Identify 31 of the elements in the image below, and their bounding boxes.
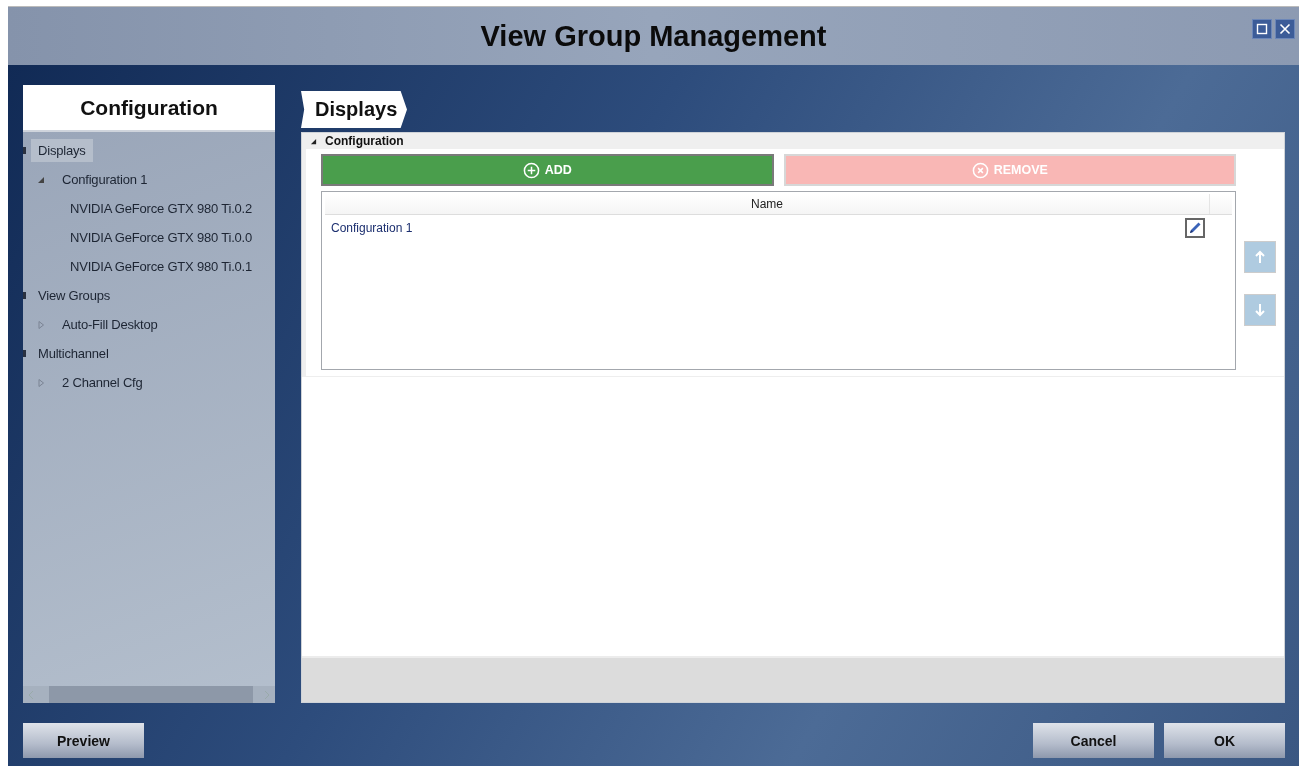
horizontal-scrollbar[interactable]	[23, 686, 275, 703]
down-arrow-icon	[1254, 303, 1266, 317]
edit-button[interactable]	[1185, 218, 1205, 238]
close-icon	[1279, 23, 1291, 35]
up-arrow-icon	[1254, 250, 1266, 264]
tree-item[interactable]: NVIDIA GeForce GTX 980 Ti.0.0	[63, 226, 260, 249]
expanded-arrow-icon[interactable]	[310, 137, 317, 145]
cancel-button[interactable]: Cancel	[1033, 723, 1154, 758]
tree-item[interactable]: Displays	[31, 139, 93, 162]
tree-item[interactable]: Auto-Fill Desktop	[55, 313, 165, 336]
preview-button[interactable]: Preview	[23, 723, 144, 758]
sidebar-title: Configuration	[80, 95, 218, 120]
collapsed-arrow-icon[interactable]	[37, 320, 45, 329]
close-button[interactable]	[1275, 19, 1295, 39]
plus-circle-icon	[522, 161, 540, 179]
tree-item[interactable]: View Groups	[31, 284, 117, 307]
maximize-icon	[1256, 23, 1268, 35]
tree-item[interactable]: NVIDIA GeForce GTX 980 Ti.0.2	[63, 197, 260, 220]
ok-button[interactable]: OK	[1164, 723, 1285, 758]
section-title: Configuration	[325, 134, 404, 148]
x-circle-icon	[971, 161, 989, 179]
collapsed-arrow-icon[interactable]	[37, 378, 45, 387]
pencil-icon	[1187, 220, 1203, 236]
tree-item[interactable]: Multichannel	[31, 342, 116, 365]
window-title: View Group Management	[480, 19, 827, 53]
maximize-button[interactable]	[1252, 19, 1272, 39]
tree-item[interactable]: 2 Channel Cfg	[55, 371, 150, 394]
table-cell[interactable]: Configuration 1	[331, 221, 413, 235]
displays-tab[interactable]: Displays	[301, 91, 407, 128]
tree-item[interactable]: Configuration 1	[55, 168, 155, 191]
tree-item[interactable]: NVIDIA GeForce GTX 980 Ti.0.1	[63, 255, 260, 278]
